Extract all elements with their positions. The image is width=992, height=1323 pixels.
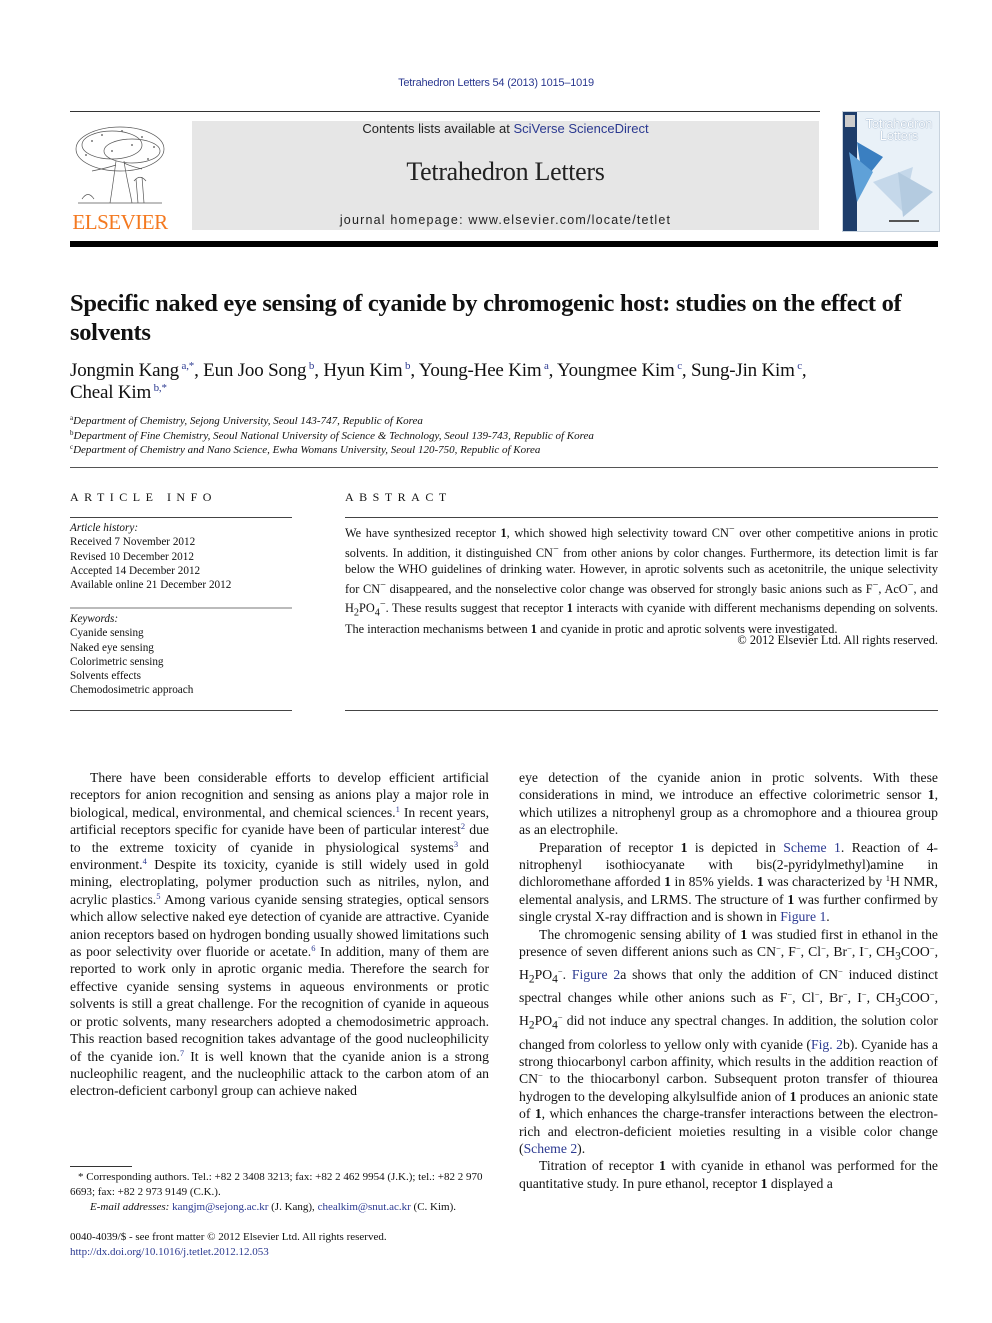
author-affiliation-marker[interactable]: b,* xyxy=(151,382,167,394)
citation-reference[interactable]: 5 xyxy=(156,891,160,901)
author-separator: , xyxy=(548,360,558,381)
article-info-rule xyxy=(70,517,292,518)
cross-reference-link[interactable]: Scheme 2 xyxy=(524,1141,578,1156)
keywords-rule xyxy=(70,607,292,609)
cross-reference-link[interactable]: Scheme 1 xyxy=(783,840,841,855)
cross-reference-link[interactable]: Fig. 2 xyxy=(811,1037,843,1052)
cross-reference-link[interactable]: Figure 1 xyxy=(780,909,826,924)
elsevier-logo[interactable]: ELSEVIER xyxy=(70,121,170,234)
history-item: Received 7 November 2012 xyxy=(70,536,196,549)
abstract-rule xyxy=(345,517,938,518)
article-info-end-rule xyxy=(70,710,292,711)
issn-block: 0040-4039/$ - see front matter © 2012 El… xyxy=(70,1230,489,1260)
keyword-item: Solvents effects xyxy=(70,670,141,683)
history-item: Revised 10 December 2012 xyxy=(70,550,194,563)
article-history: Article history: Received 7 November 201… xyxy=(70,521,292,592)
author-name: Jongmin Kang xyxy=(70,360,179,381)
doi-link[interactable]: http://dx.doi.org/10.1016/j.tetlet.2012.… xyxy=(70,1246,269,1258)
citation-reference[interactable]: 3 xyxy=(454,839,458,849)
email-owner-kim: (C. Kim). xyxy=(410,1201,457,1213)
email-note: E-mail addresses: kangjm@sejong.ac.kr (J… xyxy=(70,1200,489,1215)
article-title: Specific naked eye sensing of cyanide by… xyxy=(70,290,902,346)
author-affiliation-marker[interactable]: c xyxy=(795,360,802,372)
article-info-heading: ARTICLE INFO xyxy=(70,490,217,504)
author-list: Jongmin Kang a,*, Eun Joo Song b, Hyun K… xyxy=(70,360,940,404)
journal-title: Tetrahedron Letters xyxy=(406,157,605,186)
citation-reference[interactable]: 7 xyxy=(180,1048,184,1058)
affiliation-item: aDepartment of Chemistry, Sejong Univers… xyxy=(70,414,940,429)
affiliation-list: aDepartment of Chemistry, Sejong Univers… xyxy=(70,414,940,458)
affiliation-item: bDepartment of Fine Chemistry, Seoul Nat… xyxy=(70,429,940,444)
journal-masthead: Contents lists available at SciVerse Sci… xyxy=(192,121,819,230)
sciencedirect-link[interactable]: SciVerse ScienceDirect xyxy=(513,121,648,136)
citation-reference[interactable]: 6 xyxy=(311,943,315,953)
author-name: Youngmee Kim xyxy=(557,360,675,381)
keywords: Keywords: Cyanide sensing Naked eye sensi… xyxy=(70,612,292,698)
abstract-copyright: © 2012 Elsevier Ltd. All rights reserved… xyxy=(737,633,938,647)
affiliation-text: Department of Chemistry and Nano Science… xyxy=(73,444,541,456)
cover-title-line2: Letters xyxy=(879,129,919,143)
keyword-item: Naked eye sensing xyxy=(70,641,154,654)
author-separator: , xyxy=(194,360,204,381)
abstract-heading: ABSTRACT xyxy=(345,490,452,504)
footnote-rule xyxy=(70,1166,132,1167)
elsevier-wordmark: ELSEVIER xyxy=(72,210,168,234)
author-affiliation-marker[interactable]: a,* xyxy=(179,360,195,372)
author-name: Cheal Kim xyxy=(70,382,152,403)
affiliation-text: Department of Chemistry, Sejong Universi… xyxy=(73,415,423,427)
keyword-item: Colorimetric sensing xyxy=(70,655,164,668)
body-paragraph: The chromogenic sensing ability of 1 was… xyxy=(519,926,939,1157)
author-separator: , xyxy=(314,360,324,381)
author-affiliation-marker[interactable]: c xyxy=(675,360,682,372)
citation-reference[interactable]: 1 xyxy=(396,804,400,814)
keywords-label: Keywords: xyxy=(70,613,119,625)
email-label: E-mail addresses: xyxy=(90,1201,170,1213)
author-name: Eun Joo Song xyxy=(203,360,307,381)
abstract-text: We have synthesized receptor 1, which sh… xyxy=(345,524,939,636)
history-item: Available online 21 December 2012 xyxy=(70,579,232,592)
contents-availability: Contents lists available at SciVerse Sci… xyxy=(192,121,819,136)
email-link-kang[interactable]: kangjm@sejong.ac.kr xyxy=(172,1201,268,1213)
affiliation-rule xyxy=(70,467,938,468)
header-divider-bar xyxy=(70,241,938,247)
email-link-kim[interactable]: chealkim@snut.ac.kr xyxy=(318,1201,411,1213)
body-paragraph: There have been considerable efforts to … xyxy=(70,770,489,1099)
keyword-item: Chemodosimetric approach xyxy=(70,684,194,697)
citation-reference[interactable]: 2 xyxy=(461,821,465,831)
author-separator: , xyxy=(681,360,691,381)
contents-prefix: Contents lists available at xyxy=(362,121,514,136)
keyword-item: Cyanide sensing xyxy=(70,627,144,640)
citation-reference[interactable]: 4 xyxy=(143,856,147,866)
journal-citation-link[interactable]: Tetrahedron Letters 54 (2013) 1015–1019 xyxy=(0,77,992,89)
author-separator: , xyxy=(410,360,419,381)
journal-homepage[interactable]: journal homepage: www.elsevier.com/locat… xyxy=(192,213,819,227)
author-name: Young-Hee Kim xyxy=(418,360,542,381)
body-paragraph: Preparation of receptor 1 is depicted in… xyxy=(519,839,938,925)
author-name: Sung-Jin Kim xyxy=(690,360,795,381)
affiliation-item: cDepartment of Chemistry and Nano Scienc… xyxy=(70,443,940,458)
body-column-right: eye detection of the cyanide anion in pr… xyxy=(519,769,938,1192)
elsevier-tree-icon xyxy=(72,121,168,207)
author-name: Hyun Kim xyxy=(323,360,403,381)
history-item: Accepted 14 December 2012 xyxy=(70,564,201,577)
footnotes: * Corresponding authors. Tel.: +82 2 340… xyxy=(70,1170,489,1215)
author-affiliation-marker[interactable]: a xyxy=(541,360,549,372)
article-history-label: Article history: xyxy=(70,522,139,534)
corresponding-author-note: * Corresponding authors. Tel.: +82 2 340… xyxy=(70,1171,483,1198)
body-paragraph: eye detection of the cyanide anion in pr… xyxy=(519,770,938,838)
body-paragraph: Titration of receptor 1 with cyanide in … xyxy=(519,1158,938,1191)
author-separator: , xyxy=(801,360,807,381)
cross-reference-link[interactable]: Figure 2 xyxy=(572,967,620,982)
affiliation-text: Department of Fine Chemistry, Seoul Nati… xyxy=(73,429,594,442)
email-owner-kang: (J. Kang), xyxy=(268,1201,318,1213)
abstract-end-rule xyxy=(345,710,938,711)
journal-cover-image[interactable]: Tetrahedron Letters xyxy=(842,111,940,232)
header-rule xyxy=(70,111,820,112)
issn-line: 0040-4039/$ - see front matter © 2012 El… xyxy=(70,1231,387,1243)
body-column-left: There have been considerable efforts to … xyxy=(70,769,489,1100)
